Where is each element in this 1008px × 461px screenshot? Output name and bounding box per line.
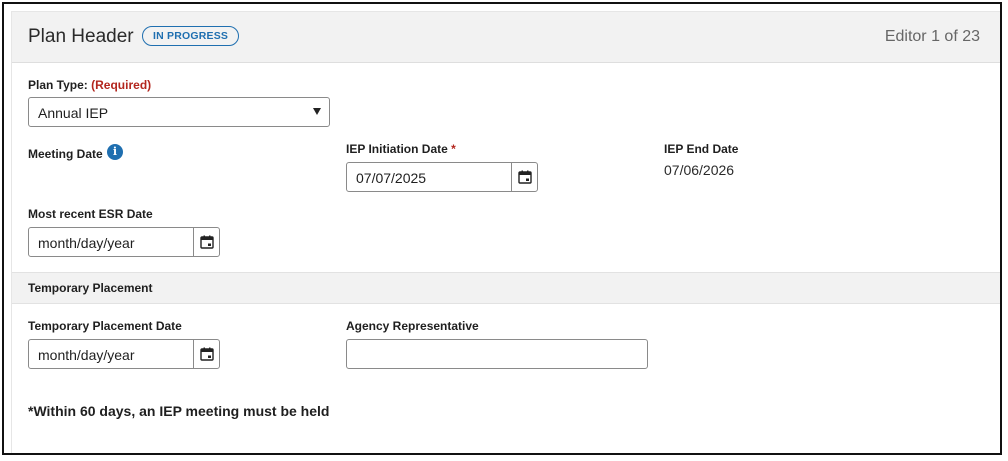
agency-representative-input[interactable] <box>346 339 648 369</box>
chevron-down-icon <box>313 108 321 115</box>
calendar-icon <box>199 235 214 249</box>
meeting-date-label: Meeting Date <box>28 147 103 161</box>
esr-date-placeholder: month/day/year <box>38 235 135 251</box>
iep-initiation-date-input[interactable]: 07/07/2025 <box>346 162 538 192</box>
iep-initiation-date-label: IEP Initiation Date * <box>346 142 456 156</box>
calendar-button[interactable] <box>193 340 219 368</box>
editor-count: Editor 1 of 23 <box>884 28 980 45</box>
esr-date-label: Most recent ESR Date <box>28 207 153 221</box>
panel-header: Plan Header IN PROGRESS Editor 1 of 23 <box>12 12 1000 63</box>
temporary-placement-date-input[interactable]: month/day/year <box>28 339 220 369</box>
temporary-placement-date-label: Temporary Placement Date <box>28 319 182 333</box>
editor-frame: Plan Header IN PROGRESS Editor 1 of 23 P… <box>2 2 1002 455</box>
page-title: Plan Header <box>28 26 134 47</box>
iep-end-date-value: 07/06/2026 <box>664 162 735 178</box>
calendar-button[interactable] <box>193 228 219 256</box>
info-icon[interactable]: i <box>107 144 123 160</box>
required-asterisk: * <box>451 142 456 156</box>
meeting-requirement-note: *Within 60 days, an IEP meeting must be … <box>28 403 330 419</box>
plan-header-panel: Plan Header IN PROGRESS Editor 1 of 23 P… <box>11 11 1000 453</box>
status-badge: IN PROGRESS <box>142 26 240 46</box>
calendar-icon <box>199 347 214 361</box>
agency-representative-label: Agency Representative <box>346 319 479 333</box>
plan-type-label-text: Plan Type: <box>28 78 88 92</box>
calendar-icon <box>517 170 532 184</box>
plan-type-label: Plan Type: (Required) <box>28 78 151 92</box>
section-title: Temporary Placement <box>28 281 153 295</box>
iep-end-date-label: IEP End Date <box>664 142 739 156</box>
plan-type-select[interactable]: Annual IEP <box>28 97 330 127</box>
temporary-placement-section-header: Temporary Placement <box>12 272 1000 304</box>
iep-initiation-date-label-text: IEP Initiation Date <box>346 142 448 156</box>
required-indicator: (Required) <box>91 78 152 92</box>
calendar-button[interactable] <box>511 163 537 191</box>
esr-date-input[interactable]: month/day/year <box>28 227 220 257</box>
plan-type-selected-value: Annual IEP <box>38 105 109 121</box>
iep-initiation-date-value: 07/07/2025 <box>356 170 427 186</box>
temporary-placement-date-placeholder: month/day/year <box>38 347 135 363</box>
